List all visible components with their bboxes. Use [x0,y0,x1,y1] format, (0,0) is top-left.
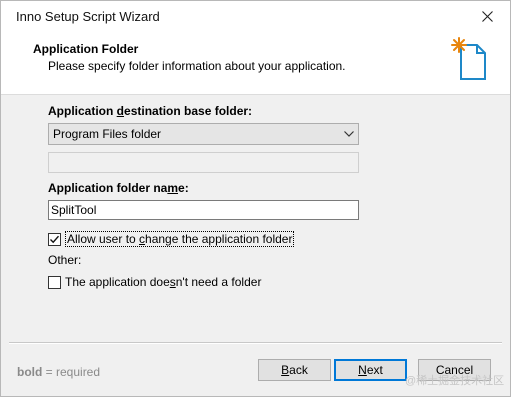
page-subtitle: Please specify folder information about … [48,59,346,73]
window-title: Inno Setup Script Wizard [16,9,160,24]
custom-folder-path-field [48,152,359,173]
allow-change-folder-label: Allow user to change the application fol… [65,231,295,247]
watermark-text: @稀土掘金技术社区 [405,375,505,387]
other-label: Other: [48,253,82,267]
wizard-content: Application destination base folder: Pro… [1,95,510,342]
checkbox-unchecked-icon [48,275,61,289]
destination-base-folder-select[interactable]: Program Files folder [48,123,359,145]
wizard-window: Inno Setup Script Wizard Application Fol… [0,0,511,397]
next-button[interactable]: Next [334,359,407,381]
application-folder-name-input[interactable]: SplitTool [48,200,359,220]
close-icon [481,11,493,22]
application-folder-name-label: Application folder name: [48,181,189,195]
wizard-page-icon [451,37,486,80]
back-button[interactable]: Back [258,359,331,381]
page-title: Application Folder [33,42,139,56]
checkbox-checked-icon [48,232,61,246]
required-hint: bold = required [17,365,101,379]
footer-divider [9,342,502,344]
page-header: Application Folder Please specify folder… [1,32,510,95]
title-bar: Inno Setup Script Wizard [1,1,510,32]
chevron-down-icon [340,131,358,137]
destination-base-folder-label: Application destination base folder: [48,104,253,118]
no-folder-needed-checkbox[interactable]: The application doesn't need a folder [48,275,261,289]
close-button[interactable] [464,1,510,32]
allow-change-folder-checkbox[interactable]: Allow user to change the application fol… [48,231,295,247]
no-folder-needed-label: The application doesn't need a folder [65,275,262,289]
destination-base-folder-value: Program Files folder [53,127,162,141]
